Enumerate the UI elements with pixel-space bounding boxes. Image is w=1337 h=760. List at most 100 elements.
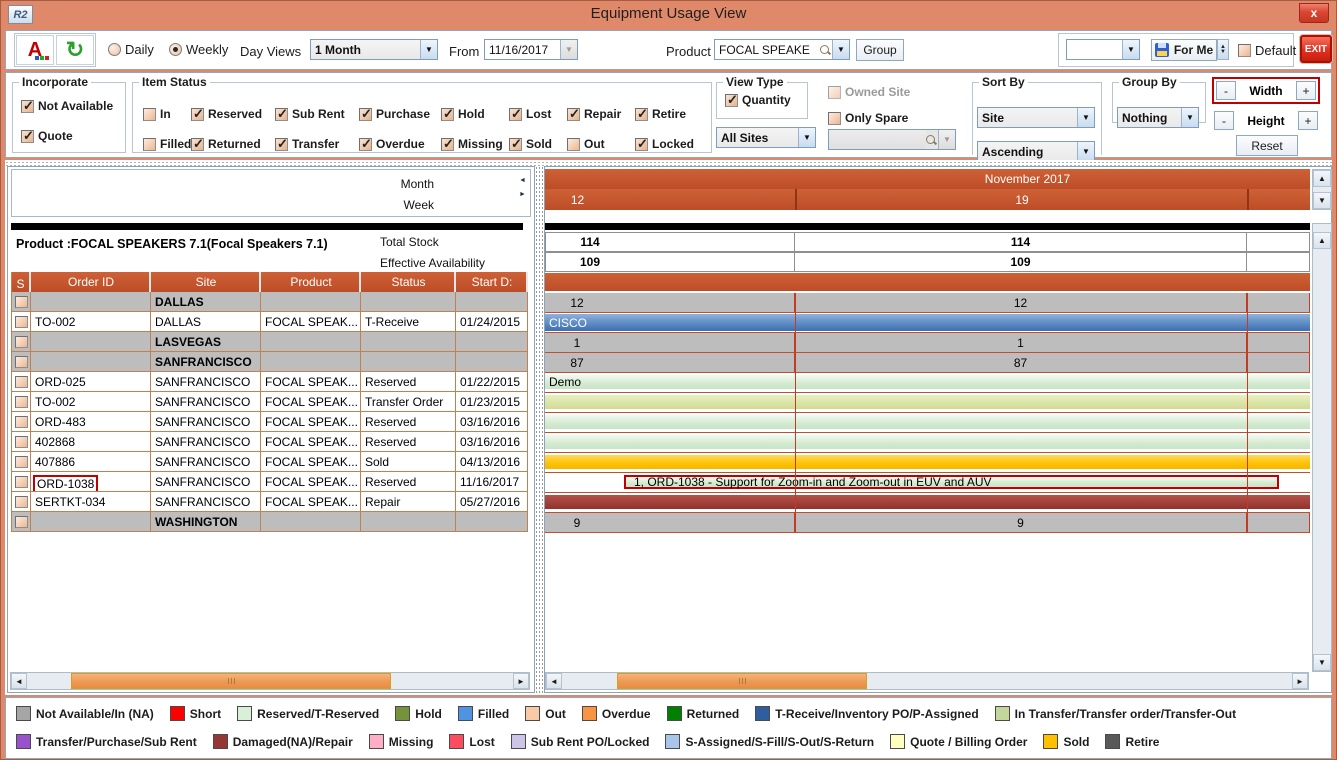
timeline-hscrollbar[interactable]: ◄ ► — [545, 672, 1309, 690]
checkbox-transfer[interactable]: Transfer — [275, 137, 359, 151]
refresh-button[interactable]: ↻ — [56, 35, 94, 65]
checkbox-box-missing[interactable] — [441, 138, 454, 151]
row-checkbox[interactable] — [15, 336, 28, 348]
checkbox-box-locked[interactable] — [635, 138, 648, 151]
timeline-bar-row-1[interactable]: CISCO — [545, 313, 1310, 333]
width-minus-button[interactable]: - — [1216, 81, 1236, 100]
scroll-right-arrow[interactable]: ► — [1292, 673, 1308, 689]
row-checkbox[interactable] — [15, 456, 28, 468]
checkbox-box-purchase[interactable] — [359, 108, 372, 121]
table-row-402868[interactable]: 402868SANFRANCISCOFOCAL SPEAK...Reserved… — [11, 432, 530, 452]
usage-bar-reserved[interactable]: 1, ORD-1038 - Support for Zoom-in and Zo… — [624, 475, 1279, 489]
scroll-left-arrow[interactable]: ◄ — [546, 673, 562, 689]
checkbox-box-out[interactable] — [567, 138, 580, 151]
row-checkbox[interactable] — [15, 476, 28, 488]
checkbox-box-returned[interactable] — [191, 138, 204, 151]
timeline-bar-row-10[interactable] — [545, 493, 1310, 513]
checkbox-box-not-available[interactable] — [21, 100, 34, 113]
checkbox-retire[interactable]: Retire — [635, 107, 695, 121]
day-views-select[interactable]: 1 Month ▼ — [310, 39, 438, 60]
row-checkbox[interactable] — [15, 316, 28, 328]
table-group-row-washington[interactable]: WASHINGTON — [11, 512, 530, 532]
row-checkbox[interactable] — [15, 416, 28, 428]
spare-filter-input[interactable]: ▼ — [828, 129, 956, 150]
checkbox-box-lost[interactable] — [509, 108, 522, 121]
product-search-input[interactable]: FOCAL SPEAKE ▼ — [714, 39, 850, 60]
checkbox-missing[interactable]: Missing — [441, 137, 509, 151]
row-checkbox[interactable] — [15, 296, 28, 308]
checkbox-out[interactable]: Out — [567, 137, 635, 151]
table-row-to-002[interactable]: TO-002SANFRANCISCOFOCAL SPEAK...Transfer… — [11, 392, 530, 412]
checkbox-box-transfer[interactable] — [275, 138, 288, 151]
checkbox-sub-rent[interactable]: Sub Rent — [275, 107, 359, 121]
checkbox-overdue[interactable]: Overdue — [359, 137, 441, 151]
width-plus-button[interactable]: + — [1296, 81, 1316, 100]
for-me-button[interactable]: For Me — [1151, 39, 1217, 61]
from-date-input[interactable]: 11/16/2017 ▼ — [484, 39, 578, 60]
timeline-bar-row-8[interactable] — [545, 453, 1310, 473]
timeline-bar-row-5[interactable] — [545, 393, 1310, 413]
table-row-ord-483[interactable]: ORD-483SANFRANCISCOFOCAL SPEAK...Reserve… — [11, 412, 530, 432]
table-group-row-sanfrancisco[interactable]: SANFRANCISCO — [11, 352, 530, 372]
usage-bar-t_receive[interactable]: CISCO — [545, 314, 1310, 331]
group-by-select[interactable]: Nothing ▼ — [1117, 107, 1199, 128]
checkbox-returned[interactable]: Returned — [191, 137, 275, 151]
timeline-bar-row-7[interactable] — [545, 433, 1310, 453]
sites-select[interactable]: All Sites ▼ — [716, 127, 816, 148]
table-group-row-dallas[interactable]: DALLAS — [11, 292, 530, 312]
checkbox-purchase[interactable]: Purchase — [359, 107, 441, 121]
orders-hscrollbar[interactable]: ◄ ► — [10, 672, 530, 690]
preset-dropdown-icon[interactable]: ▼ — [1122, 40, 1139, 59]
default-checkbox-box[interactable] — [1238, 44, 1251, 57]
row-checkbox[interactable] — [15, 516, 28, 528]
checkbox-box-filled[interactable] — [143, 138, 156, 151]
table-row-sertkt-034[interactable]: SERTKT-034SANFRANCISCOFOCAL SPEAK...Repa… — [11, 492, 530, 512]
checkbox-reserved[interactable]: Reserved — [191, 107, 275, 121]
timeline-vscrollbar[interactable]: ▲ ▼ — [1312, 223, 1332, 672]
timeline-bar-row-9[interactable]: 1, ORD-1038 - Support for Zoom-in and Zo… — [545, 473, 1310, 493]
scroll-thumb[interactable] — [71, 673, 391, 689]
checkbox-hold[interactable]: Hold — [441, 107, 509, 121]
quantity-checkbox[interactable]: Quantity — [725, 93, 791, 107]
checkbox-box-repair[interactable] — [567, 108, 580, 121]
checkbox-box-sub-rent[interactable] — [275, 108, 288, 121]
chevron-down-icon[interactable]: ▼ — [420, 40, 437, 59]
row-checkbox[interactable] — [15, 396, 28, 408]
scroll-right-arrow[interactable]: ► — [513, 673, 529, 689]
sort-order-dropdown-icon[interactable]: ▼ — [1077, 142, 1094, 161]
usage-bar-reserved[interactable] — [545, 415, 1310, 429]
timeline-bar-row-4[interactable]: Demo — [545, 373, 1310, 393]
product-dropdown-icon[interactable]: ▼ — [832, 40, 849, 59]
group-button[interactable]: Group — [856, 39, 904, 61]
checkbox-lost[interactable]: Lost — [509, 107, 567, 121]
date-dropdown-icon[interactable]: ▼ — [560, 40, 577, 59]
timeline-group-row-3[interactable]: 8787 — [545, 353, 1310, 373]
timeline-group-row-11[interactable]: 99 — [545, 513, 1310, 533]
weekly-radio-circle[interactable] — [169, 43, 182, 56]
timeline-group-row-0[interactable]: 1212 — [545, 293, 1310, 313]
sites-dropdown-icon[interactable]: ▼ — [798, 128, 815, 147]
table-row-407886[interactable]: 407886SANFRANCISCOFOCAL SPEAK...Sold04/1… — [11, 452, 530, 472]
default-checkbox[interactable]: Default — [1238, 43, 1296, 58]
search-icon[interactable] — [820, 40, 832, 59]
only-spare-checkbox-box[interactable] — [828, 112, 841, 125]
usage-bar-reserved[interactable]: Demo — [545, 375, 1310, 389]
checkbox-box-reserved[interactable] — [191, 108, 204, 121]
sort-field-select[interactable]: Site ▼ — [977, 107, 1095, 128]
quantity-checkbox-box[interactable] — [725, 94, 738, 107]
timeline-group-row-2[interactable]: 11 — [545, 333, 1310, 353]
view-preset-select[interactable]: ▼ — [1066, 39, 1140, 60]
for-me-spinner[interactable]: ▲▼ — [1217, 39, 1229, 60]
usage-bar-sold[interactable] — [545, 455, 1310, 469]
checkbox-box-retire[interactable] — [635, 108, 648, 121]
checkbox-locked[interactable]: Locked — [635, 137, 695, 151]
checkbox-quote[interactable]: Quote — [21, 129, 125, 143]
vscroll-down-icon[interactable]: ▼ — [1313, 654, 1331, 671]
font-color-button[interactable]: A — [16, 35, 54, 65]
checkbox-box-hold[interactable] — [441, 108, 454, 121]
row-checkbox[interactable] — [15, 376, 28, 388]
checkbox-repair[interactable]: Repair — [567, 107, 635, 121]
table-group-row-lasvegas[interactable]: LASVEGAS — [11, 332, 530, 352]
owned-site-checkbox-box[interactable] — [828, 86, 841, 99]
header-mini-scrollbar[interactable]: ▲ ▼ — [1312, 169, 1332, 210]
